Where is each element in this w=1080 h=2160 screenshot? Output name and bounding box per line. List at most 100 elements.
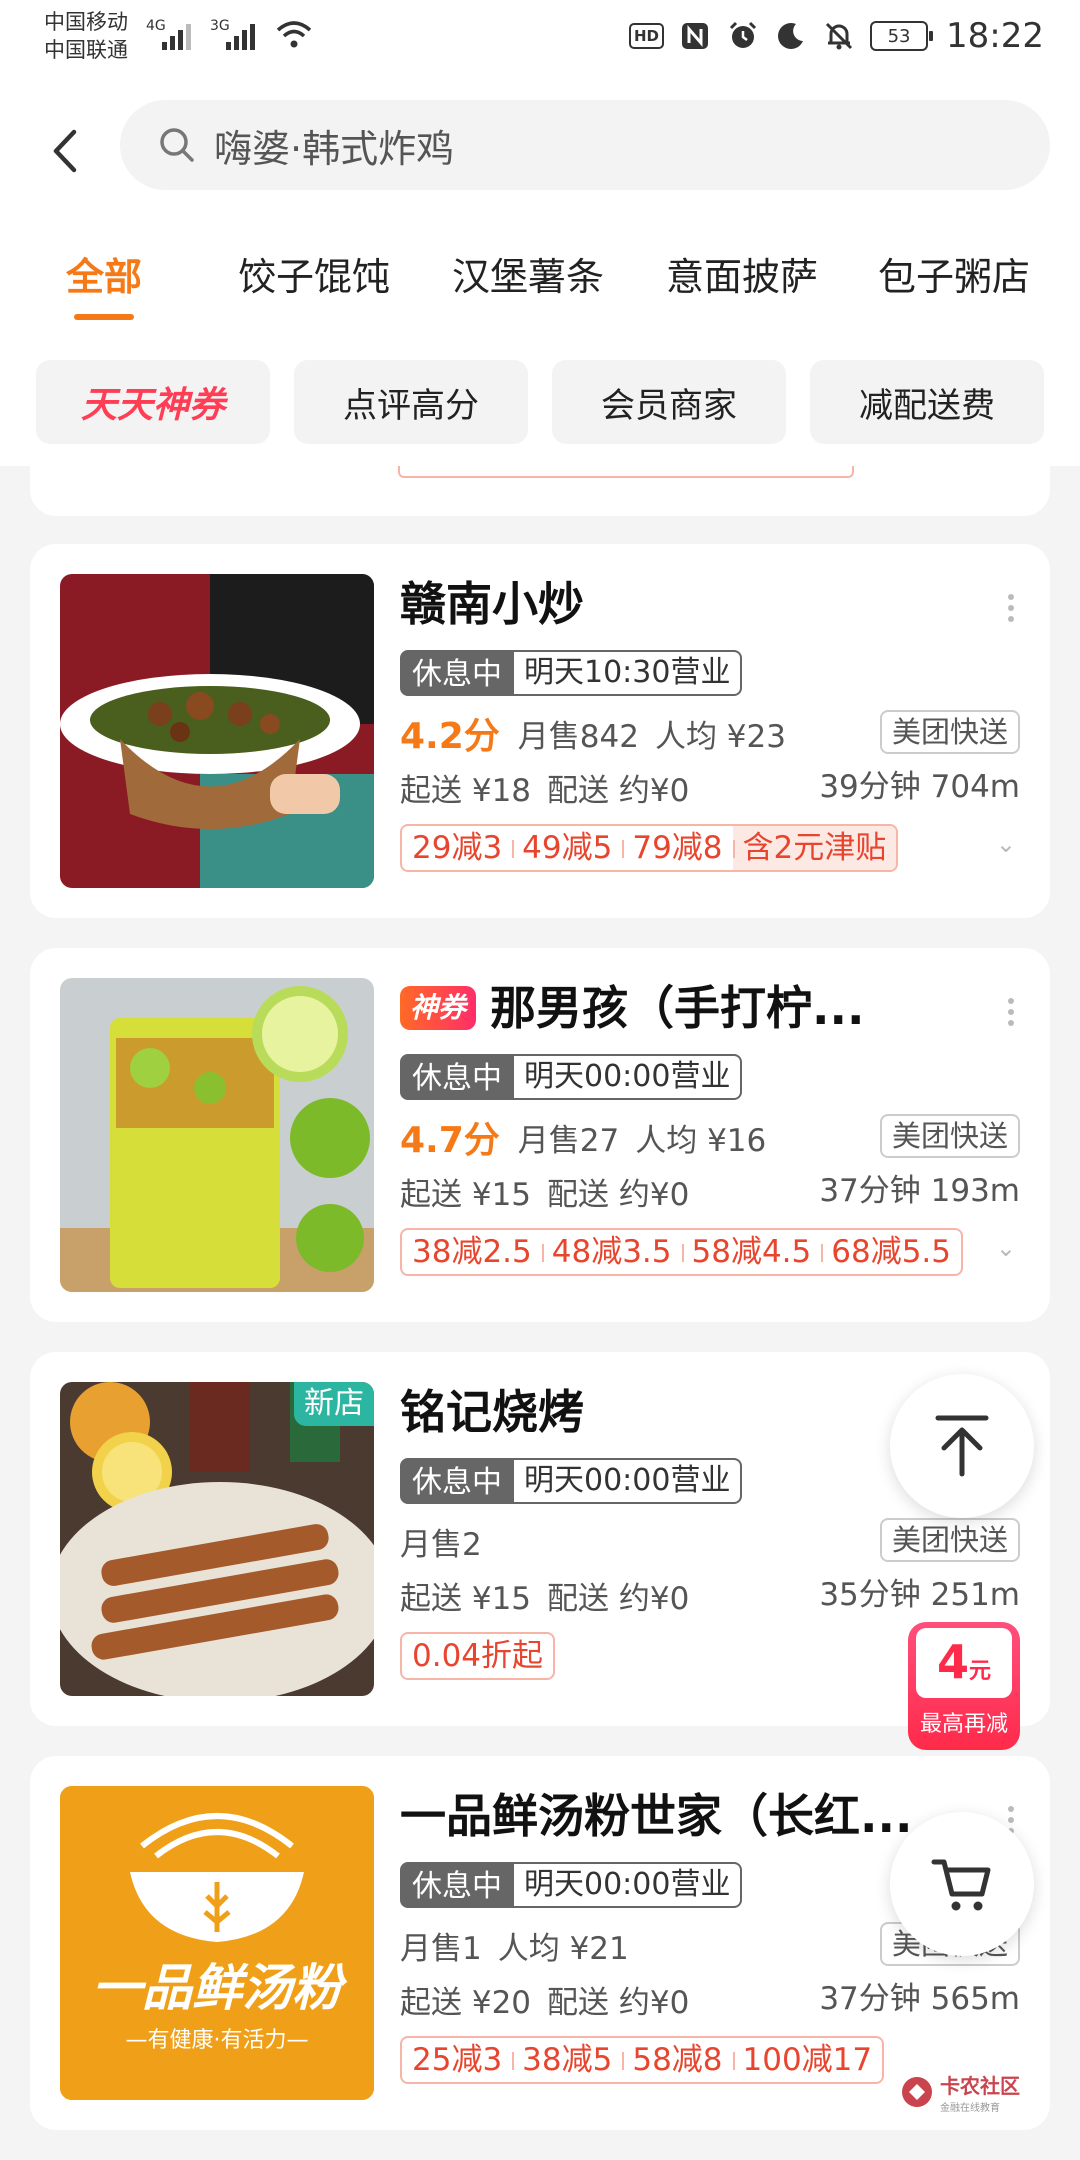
carrier-1: 中国移动 [44,10,128,34]
coupon-float[interactable]: 4 元 最高再减 [908,1622,1020,1750]
store-meta: 4.7分 月售27 人均 ¥16 美团快送 [400,1114,1020,1161]
rating: 4.7分 [400,1120,500,1161]
promo-tag: 79减8 [622,826,732,870]
filter-reduced-fee[interactable]: 减配送费 [810,360,1044,444]
coupon-badge: 神券 [400,986,477,1030]
delivery-info: 起送 ¥18 配送 约¥0 39分钟 704m [400,764,1020,810]
promo-tags: 38减2.5 48减3.5 58减4.5 68减5.5 [400,1228,963,1276]
promo-row: 38减2.5 48减3.5 58减4.5 68减5.5 ⌄ [400,1228,1020,1276]
arrow-up-icon [935,1415,989,1477]
moon-icon [774,19,808,53]
status-bar: 中国移动 中国联通 4G 3G HD 53 18:22 [0,0,1080,76]
signal-icon [162,22,191,50]
open-time: 明天00:00营业 [514,1862,743,1908]
tab-dumplings[interactable]: 饺子馄饨 [238,246,390,301]
active-tab-indicator [74,314,134,320]
avg-price: 人均 ¥23 [654,718,786,755]
store-card[interactable]: 一品鲜汤粉 —有健康·有活力— 一品鲜汤粉世家（长红... 休息中 明天00:0… [30,1756,1050,2130]
cart-button[interactable] [890,1812,1034,1956]
filter-high-rating[interactable]: 点评高分 [294,360,528,444]
cart-icon [931,1859,991,1911]
battery-level: 53 [887,25,911,47]
delivery-tag: 美团快送 [879,710,1020,754]
header: 嗨婆·韩式炸鸡 全部 饺子馄饨 汉堡薯条 意面披萨 包子粥店 天天神券 点评高分… [0,76,1080,466]
store-meta: 月售2 美团快送 [400,1518,1020,1564]
search-query: 嗨婆·韩式炸鸡 [214,126,455,171]
monthly-sales: 月售842 [517,718,639,755]
category-tabs: 全部 饺子馄饨 汉堡薯条 意面披萨 包子粥店 [0,246,1080,326]
promo-tag: 48减3.5 [541,1230,682,1274]
delivery-info: 起送 ¥15 配送 约¥0 37分钟 193m [400,1168,1020,1214]
promo-tag: 68减5.5 [821,1230,961,1274]
store-name: 赣南小炒 [400,577,584,631]
back-arrow-icon [53,129,77,173]
carrier-names: 中国移动 中国联通 [44,8,128,64]
monthly-sales: 月售1 [400,1930,482,1967]
chevron-down-icon[interactable]: ⌄ [996,830,1016,858]
open-time: 明天00:00营业 [514,1054,743,1100]
wifi-icon [276,20,312,54]
store-card[interactable]: 神券 那男孩（手打柠... 休息中 明天00:00营业 4.7分 月售27 人均… [30,948,1050,1322]
rating: 4.2分 [400,716,500,757]
promo-tags-partial [398,466,854,478]
search-icon [160,128,194,162]
battery-icon: 53 [870,21,934,51]
new-store-badge: 新店 [294,1382,374,1426]
time-distance: 35分钟 251m [819,1577,1020,1613]
back-button[interactable] [40,116,90,186]
min-order: 起送 ¥18 [400,772,532,809]
filter-daily-coupon[interactable]: 天天神券 [36,360,270,444]
promo-tag: 58减4.5 [681,1230,822,1274]
store-image [60,978,374,1292]
rest-tag: 休息中 [400,1862,514,1908]
store-name-row: 神券 那男孩（手打柠... [400,978,1020,1038]
tab-buns-porridge[interactable]: 包子粥店 [878,246,1030,301]
subsidy-tag: 含2元津贴 [732,826,897,870]
logo-subtext: —有健康·有活力— [125,2028,309,2053]
open-status: 休息中 明天10:30营业 [400,650,1020,696]
promo-tag: 25减3 [412,2042,503,2078]
promo-tags: 29减3 49减5 79减8 含2元津贴 [400,824,899,872]
search-input[interactable]: 嗨婆·韩式炸鸡 [120,100,1050,190]
store-card[interactable]: 新店 铭记烧烤 休息中 明天00:00营业 月售2 美团快送 起送 ¥15 配送… [30,1352,1050,1726]
delivery-fee: 配送 约¥0 [547,772,690,809]
time-distance: 37分钟 193m [819,1173,1020,1209]
monthly-sales: 月售27 [517,1122,620,1159]
hd-icon: HD [629,23,665,49]
carrier-2: 中国联通 [44,38,128,62]
monthly-sales: 月售2 [400,1526,482,1563]
coupon-unit: 元 [969,1659,992,1684]
time-distance: 39分钟 704m [819,769,1020,805]
coupon-label: 最高再减 [919,1712,1008,1737]
store-image: 一品鲜汤粉 —有健康·有活力— [60,1786,374,2100]
promo-tag: 38减2.5 [412,1234,532,1270]
tab-pasta-pizza[interactable]: 意面披萨 [666,246,818,301]
store-card[interactable]: 赣南小炒 休息中 明天10:30营业 4.2分 月售842 人均 ¥23 美团快… [30,544,1050,918]
delivery-fee: 配送 约¥0 [547,1580,690,1617]
store-name: 那男孩（手打柠... [490,981,865,1035]
store-info: 赣南小炒 休息中 明天10:30营业 4.2分 月售842 人均 ¥23 美团快… [400,574,1020,872]
delivery-fee: 配送 约¥0 [547,1984,690,2021]
delivery-info: 起送 ¥20 配送 约¥0 37分钟 565m [400,1976,1020,2022]
promo-tag: 58减8 [622,2038,732,2082]
tab-burgers[interactable]: 汉堡薯条 [452,246,604,301]
store-card-partial[interactable] [30,466,1050,516]
chevron-down-icon[interactable]: ⌄ [996,1234,1016,1262]
promo-tag: 29减3 [412,830,503,866]
promo-tags: 0.04折起 [400,1632,556,1680]
promo-tag: 100减17 [732,2038,883,2082]
nfc-icon [678,19,712,53]
watermark-title: 卡农社区 [940,2074,1020,2098]
filter-member-stores[interactable]: 会员商家 [552,360,786,444]
mute-bell-icon [822,19,856,53]
status-icons: HD 53 18:22 [629,16,1044,56]
delivery-tag: 美团快送 [879,1114,1020,1158]
back-to-top-button[interactable] [890,1374,1034,1518]
open-time: 明天10:30营业 [514,650,743,696]
tab-all[interactable]: 全部 [66,246,142,301]
avg-price: 人均 ¥21 [497,1930,629,1967]
rest-tag: 休息中 [400,1458,514,1504]
min-order: 起送 ¥15 [400,1176,532,1213]
min-order: 起送 ¥15 [400,1580,532,1617]
watermark-logo-icon [902,2077,932,2107]
